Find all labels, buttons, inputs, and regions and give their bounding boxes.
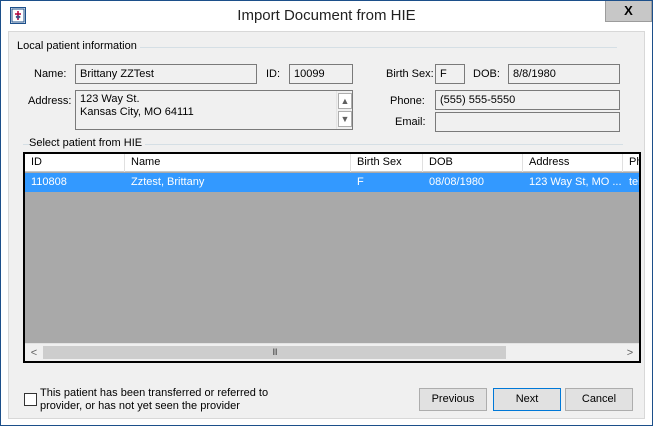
grid-header: ID Name Birth Sex DOB Address Ph	[25, 154, 639, 172]
email-label: Email:	[395, 116, 426, 128]
import-dialog-window: Import Document from HIE X Local patient…	[0, 0, 653, 426]
email-field[interactable]	[435, 112, 620, 132]
local-info-group-label: Local patient information	[17, 40, 140, 52]
window-title: Import Document from HIE	[237, 7, 416, 24]
cell-phone: tel:	[629, 176, 641, 188]
scroll-right-icon[interactable]: >	[622, 345, 638, 361]
phone-label: Phone:	[390, 95, 425, 107]
close-button[interactable]: X	[605, 1, 652, 22]
address-scrollbar[interactable]: ▲ ▼	[336, 91, 352, 129]
dialog-body: Local patient information Name: Brittany…	[8, 31, 645, 419]
transferred-checkbox-label[interactable]: This patient has been transferred or ref…	[40, 387, 300, 413]
dob-label: DOB:	[473, 68, 500, 80]
phone-field[interactable]: (555) 555-5550	[435, 90, 620, 110]
table-row[interactable]: 110808 Zztest, Brittany F 08/08/1980 123…	[25, 173, 639, 192]
scroll-grip-icon: III	[272, 347, 278, 357]
birth-sex-field[interactable]: F	[435, 64, 465, 84]
scroll-left-icon[interactable]: <	[26, 345, 42, 361]
transferred-checkbox[interactable]	[24, 393, 37, 406]
id-field[interactable]: 10099	[289, 64, 353, 84]
cell-dob: 08/08/1980	[429, 176, 485, 188]
birth-sex-label: Birth Sex:	[386, 68, 434, 80]
cell-name: Zztest, Brittany	[131, 176, 205, 188]
close-icon: X	[624, 3, 633, 18]
name-field[interactable]: Brittany ZZTest	[75, 64, 257, 84]
scroll-up-icon[interactable]: ▲	[338, 93, 352, 109]
grid-horizontal-scrollbar[interactable]: < III >	[25, 343, 639, 361]
scroll-down-icon[interactable]: ▼	[338, 111, 352, 127]
column-header-address[interactable]: Address	[523, 154, 623, 172]
cell-address: 123 Way St, MO ...	[529, 176, 622, 188]
cell-birth-sex: F	[357, 176, 364, 188]
address-field[interactable]: 123 Way St. Kansas City, MO 64111	[75, 90, 353, 130]
column-header-name[interactable]: Name	[125, 154, 351, 172]
hie-patient-grid[interactable]: ID Name Birth Sex DOB Address Ph 110808 …	[23, 152, 641, 363]
column-header-id[interactable]: ID	[25, 154, 125, 172]
name-label: Name:	[34, 68, 67, 80]
id-label: ID:	[266, 68, 281, 80]
address-label: Address:	[28, 95, 72, 107]
scroll-thumb[interactable]: III	[43, 346, 506, 359]
column-header-birth-sex[interactable]: Birth Sex	[351, 154, 423, 172]
dob-field[interactable]: 8/8/1980	[508, 64, 620, 84]
previous-button[interactable]: Previous	[419, 388, 487, 411]
title-bar[interactable]: Import Document from HIE X	[1, 1, 652, 31]
hie-group-label: Select patient from HIE	[29, 137, 146, 149]
column-header-dob[interactable]: DOB	[423, 154, 523, 172]
next-button[interactable]: Next	[493, 388, 561, 411]
column-header-phone[interactable]: Ph	[623, 154, 639, 172]
cell-id: 110808	[31, 176, 67, 188]
cancel-button[interactable]: Cancel	[565, 388, 633, 411]
